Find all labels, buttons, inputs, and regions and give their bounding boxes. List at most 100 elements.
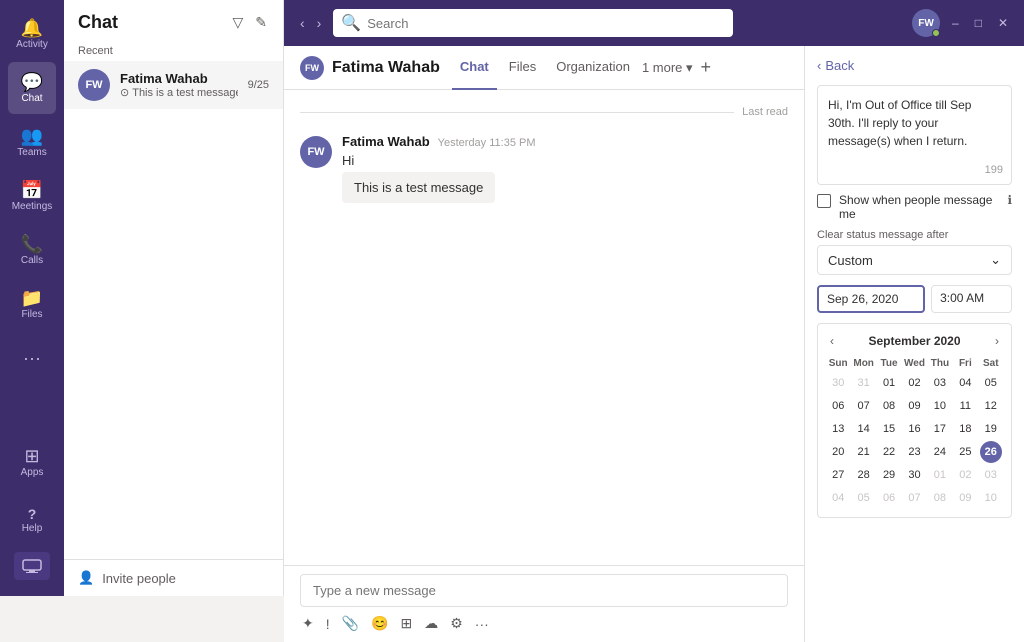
cal-day[interactable]: 12 xyxy=(980,395,1002,417)
sidebar-item-meetings[interactable]: 📅 Meetings xyxy=(8,170,56,222)
cal-day[interactable]: 05 xyxy=(980,372,1002,394)
message-group: FW Fatima Wahab Yesterday 11:35 PM Hi Th… xyxy=(300,134,788,203)
back-nav-button[interactable]: ‹ xyxy=(296,13,309,33)
cal-day[interactable]: 28 xyxy=(853,464,875,486)
cal-day[interactable]: 21 xyxy=(853,441,875,463)
attach-button[interactable]: 📎 xyxy=(340,613,361,634)
cal-day[interactable]: 23 xyxy=(903,441,925,463)
loop-button[interactable]: ⚙ xyxy=(448,613,465,634)
invite-people-button[interactable]: 👤 Invite people xyxy=(64,559,283,596)
cal-day[interactable]: 27 xyxy=(827,464,849,486)
custom-select[interactable]: Custom ⌄ xyxy=(817,245,1012,275)
tab-chat[interactable]: Chat xyxy=(452,46,497,90)
tab-organization[interactable]: Organization xyxy=(548,46,638,90)
cal-day[interactable]: 08 xyxy=(878,395,900,417)
cal-day[interactable]: 15 xyxy=(878,418,900,440)
cal-day[interactable]: 05 xyxy=(853,487,875,509)
cal-day[interactable]: 01 xyxy=(878,372,900,394)
cal-day[interactable]: 01 xyxy=(929,464,951,486)
giphy-button[interactable]: ⊞ xyxy=(399,613,415,634)
cal-day[interactable]: 25 xyxy=(954,441,976,463)
cal-day[interactable]: 16 xyxy=(903,418,925,440)
tab-more[interactable]: 1 more ▾ xyxy=(642,60,693,76)
cal-day[interactable]: 09 xyxy=(954,487,976,509)
show-when-text: Show when people message me xyxy=(839,193,999,221)
cal-day[interactable]: 03 xyxy=(980,464,1002,486)
tab-more-label: 1 more ▾ xyxy=(642,60,693,76)
sidebar-item-label: Teams xyxy=(17,147,46,158)
format-button[interactable]: ✦ xyxy=(300,613,316,634)
sidebar-item-files[interactable]: 📁 Files xyxy=(8,278,56,330)
cal-day[interactable]: 13 xyxy=(827,418,849,440)
cal-day[interactable]: 22 xyxy=(878,441,900,463)
device-icon[interactable] xyxy=(14,552,50,580)
cal-day[interactable]: 17 xyxy=(929,418,951,440)
close-button[interactable]: ✕ xyxy=(994,14,1012,32)
cal-day[interactable]: 07 xyxy=(853,395,875,417)
cal-day[interactable]: 06 xyxy=(878,487,900,509)
emoji-button[interactable]: 😊 xyxy=(369,613,390,634)
sidebar-item-calls[interactable]: 📞 Calls xyxy=(8,224,56,276)
user-avatar[interactable]: FW xyxy=(912,9,940,37)
cal-day[interactable]: 11 xyxy=(954,395,976,417)
sidebar-item-more[interactable]: ··· xyxy=(8,332,56,384)
cal-day[interactable]: 07 xyxy=(903,487,925,509)
cal-day[interactable]: 02 xyxy=(954,464,976,486)
cal-day[interactable]: 18 xyxy=(954,418,976,440)
tab-add-button[interactable]: + xyxy=(701,57,712,78)
tab-files[interactable]: Files xyxy=(501,46,544,90)
message-text-body: This is a test message xyxy=(342,172,495,203)
cal-day[interactable]: 14 xyxy=(853,418,875,440)
cal-day[interactable]: 19 xyxy=(980,418,1002,440)
cal-day[interactable]: 30 xyxy=(903,464,925,486)
cal-day[interactable]: 04 xyxy=(954,372,976,394)
sidebar-item-activity[interactable]: 🔔 Activity xyxy=(8,8,56,60)
search-input[interactable] xyxy=(367,16,725,31)
cal-day[interactable]: 20 xyxy=(827,441,849,463)
cal-day-today[interactable]: 26 xyxy=(980,441,1002,463)
cal-day[interactable]: 24 xyxy=(929,441,951,463)
message-input[interactable] xyxy=(300,574,788,607)
topbar-right: FW – □ ✕ xyxy=(912,9,1012,37)
calls-icon: 📞 xyxy=(21,235,43,253)
cal-day[interactable]: 29 xyxy=(878,464,900,486)
sidebar-item-label: Files xyxy=(21,309,42,320)
chat-list-item[interactable]: FW Fatima Wahab ⊙ This is a test message… xyxy=(64,61,283,109)
minimize-button[interactable]: – xyxy=(948,14,963,32)
nav-arrows: ‹ › xyxy=(296,13,325,33)
priority-button[interactable]: ! xyxy=(324,614,332,634)
filter-button[interactable]: ▽ xyxy=(230,12,245,33)
cal-next-button[interactable]: › xyxy=(991,332,1003,350)
sidebar-item-chat[interactable]: 💬 Chat xyxy=(8,62,56,114)
cal-day[interactable]: 04 xyxy=(827,487,849,509)
back-button[interactable]: ‹ Back xyxy=(817,58,1012,73)
cal-day[interactable]: 09 xyxy=(903,395,925,417)
chat-panel-title: Chat xyxy=(78,12,118,33)
info-icon[interactable]: ℹ xyxy=(1007,193,1012,207)
time-input[interactable]: 3:00 AM xyxy=(931,285,1012,313)
new-chat-button[interactable]: ✎ xyxy=(253,12,269,33)
cal-prev-button[interactable]: ‹ xyxy=(826,332,838,350)
sidebar-item-help[interactable]: ? Help xyxy=(8,494,56,546)
sticker-button[interactable]: ☁ xyxy=(422,613,440,634)
cal-day[interactable]: 31 xyxy=(853,372,875,394)
cal-day[interactable]: 06 xyxy=(827,395,849,417)
cal-day[interactable]: 10 xyxy=(929,395,951,417)
forward-nav-button[interactable]: › xyxy=(313,13,326,33)
more-toolbar-button[interactable]: ··· xyxy=(473,614,491,634)
cal-day[interactable]: 10 xyxy=(980,487,1002,509)
cal-day[interactable]: 30 xyxy=(827,372,849,394)
cal-day[interactable]: 08 xyxy=(929,487,951,509)
show-when-checkbox[interactable] xyxy=(817,194,831,208)
invite-icon: 👤 xyxy=(78,570,94,586)
search-bar[interactable]: 🔍 xyxy=(333,9,733,37)
chat-panel-icons: ▽ ✎ xyxy=(230,12,269,33)
sidebar-item-apps[interactable]: ⊞ Apps xyxy=(8,436,56,488)
sidebar-item-teams[interactable]: 👥 Teams xyxy=(8,116,56,168)
status-panel: ‹ Back Hi, I'm Out of Office till Sep 30… xyxy=(804,46,1024,642)
date-input[interactable]: Sep 26, 2020 xyxy=(817,285,925,313)
cal-day[interactable]: 03 xyxy=(929,372,951,394)
cal-day[interactable]: 02 xyxy=(903,372,925,394)
maximize-button[interactable]: □ xyxy=(971,14,986,32)
main-chat: FW Fatima Wahab Chat Files Organization … xyxy=(284,46,804,642)
